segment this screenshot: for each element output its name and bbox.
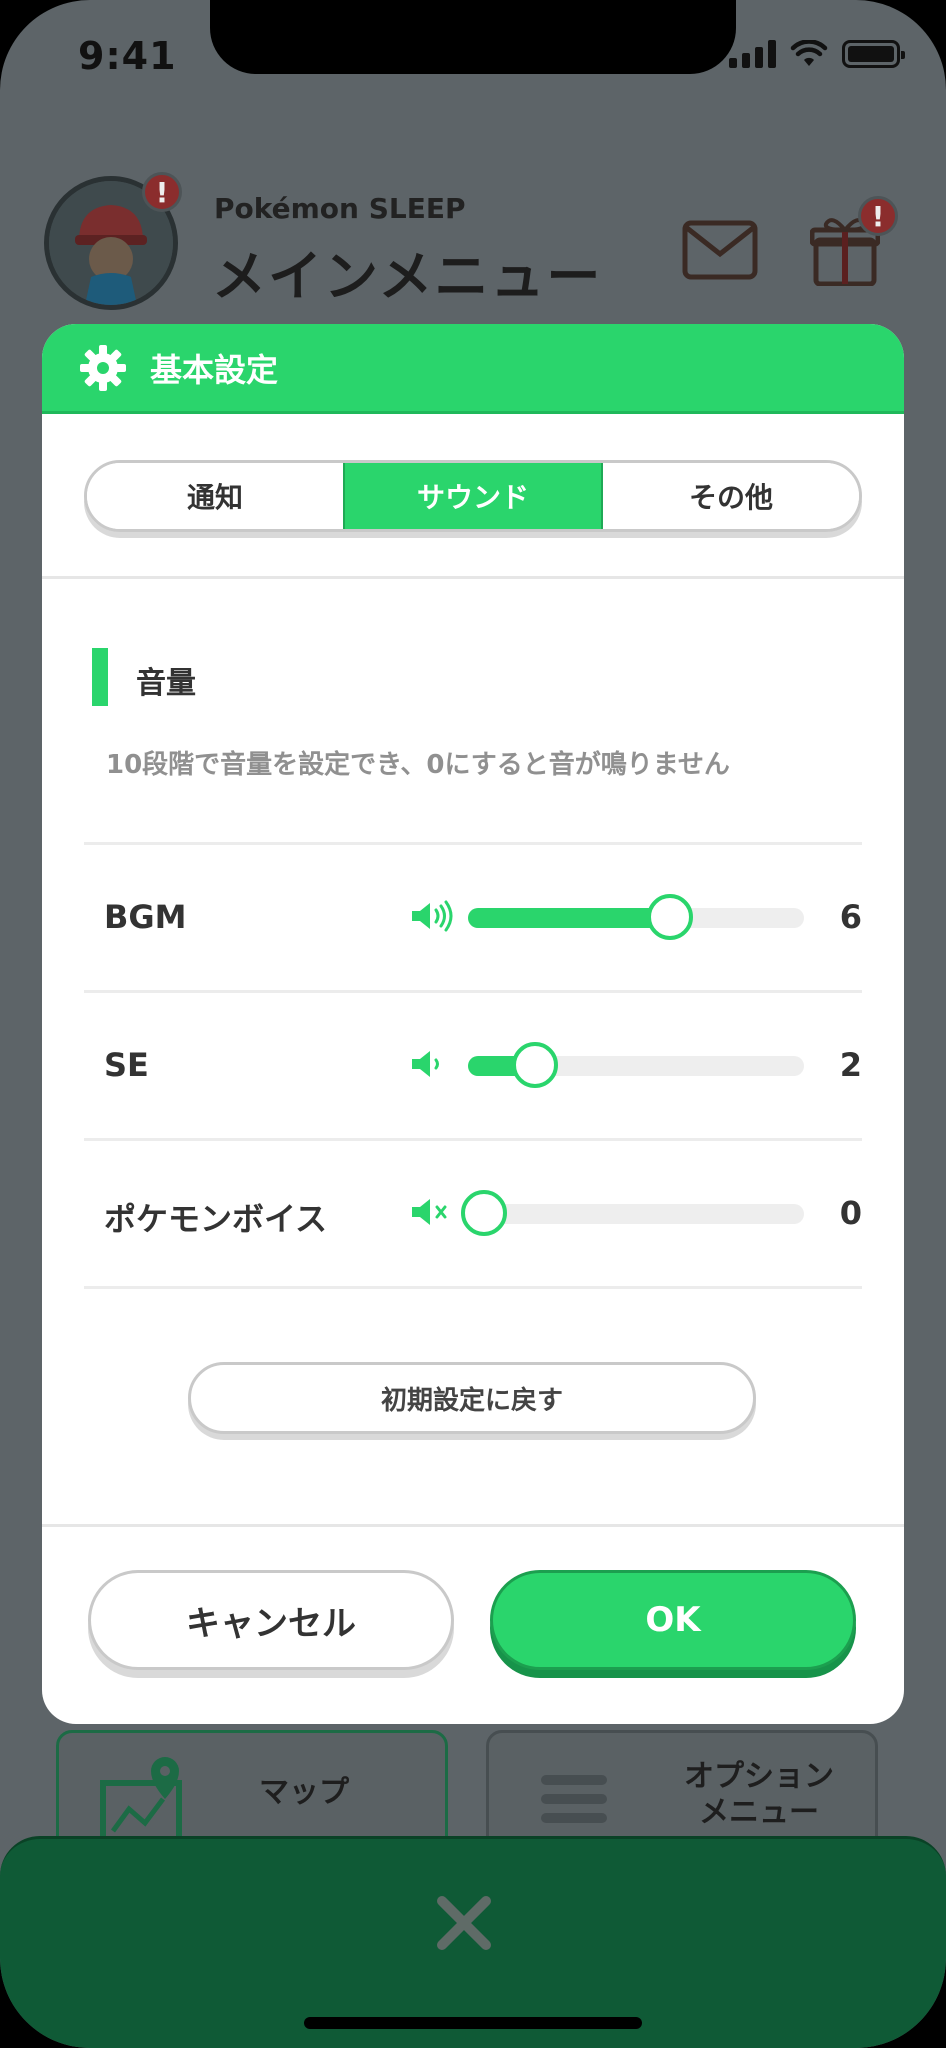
row-divider: [84, 1138, 862, 1141]
dialog-header: 基本設定: [42, 324, 904, 414]
speaker-loud-icon: [412, 900, 453, 932]
speaker-mute-icon: [412, 1199, 447, 1225]
bottom-close-bar: [0, 1836, 946, 2048]
status-icons: [729, 40, 905, 68]
row-divider: [84, 842, 862, 845]
bgm-label: BGM: [104, 898, 187, 936]
hamburger-menu-icon: [541, 1775, 607, 1823]
bgm-slider-knob[interactable]: [647, 894, 693, 940]
bgm-slider-fill: [468, 908, 670, 928]
device-notch: [210, 0, 736, 74]
footer-divider: [42, 1524, 904, 1527]
pokemon-voice-label: ポケモンボイス: [104, 1200, 328, 1238]
cancel-button[interactable]: キャンセル: [88, 1570, 454, 1670]
reset-defaults-button[interactable]: 初期設定に戻す: [188, 1362, 756, 1434]
se-slider-knob[interactable]: [512, 1042, 558, 1088]
se-slider[interactable]: [468, 1042, 804, 1088]
pokemon-voice-value: 0: [839, 1194, 862, 1232]
tab-sound[interactable]: サウンド: [343, 463, 603, 529]
home-indicator: [304, 2017, 642, 2029]
pokemon-voice-slider-knob[interactable]: [461, 1190, 507, 1236]
page-title: メインメニュー: [212, 245, 603, 308]
bgm-value: 6: [839, 898, 862, 936]
option-menu-label: オプション メニュー: [659, 1759, 859, 1831]
row-divider: [84, 1286, 862, 1289]
dialog-title: 基本設定: [150, 350, 279, 389]
tab-other[interactable]: その他: [603, 463, 859, 529]
brand-name: Pokémon SLEEP: [214, 192, 466, 225]
gift-alert-badge: !: [858, 196, 898, 236]
speaker-low-icon: [412, 1051, 439, 1077]
app-screen: 9:41 ! Pokémon SLEEP メインメニュー ! 基本設定 通知 サ…: [0, 0, 946, 2048]
settings-dialog: 基本設定 通知 サウンド その他 音量 10段階で音量を設定でき、0にすると音が…: [42, 324, 904, 1724]
settings-tab-bar: 通知 サウンド その他: [84, 460, 862, 532]
se-label: SE: [104, 1046, 149, 1084]
wifi-icon: [790, 40, 828, 66]
gear-icon: [80, 344, 126, 391]
map-label: マップ: [259, 1775, 349, 1810]
status-time: 9:41: [78, 34, 177, 78]
section-accent-bar: [92, 648, 108, 706]
cellular-signal-icon: [729, 40, 776, 68]
tab-divider: [42, 576, 904, 579]
bgm-slider[interactable]: [468, 894, 804, 940]
row-divider: [84, 990, 862, 993]
avatar-alert-badge: !: [142, 172, 182, 212]
close-icon[interactable]: [436, 1895, 492, 1951]
option-menu-label-line2: メニュー: [699, 1795, 819, 1830]
pokemon-voice-slider[interactable]: [461, 1190, 804, 1236]
ok-button[interactable]: OK: [490, 1570, 856, 1670]
mail-icon[interactable]: [682, 220, 758, 280]
se-value: 2: [839, 1046, 862, 1084]
battery-icon: [842, 40, 905, 68]
section-title: 音量: [136, 666, 196, 701]
section-description: 10段階で音量を設定でき、0にすると音が鳴りません: [106, 750, 730, 780]
option-menu-label-line1: オプション: [684, 1759, 834, 1794]
tab-notification[interactable]: 通知: [87, 463, 343, 529]
